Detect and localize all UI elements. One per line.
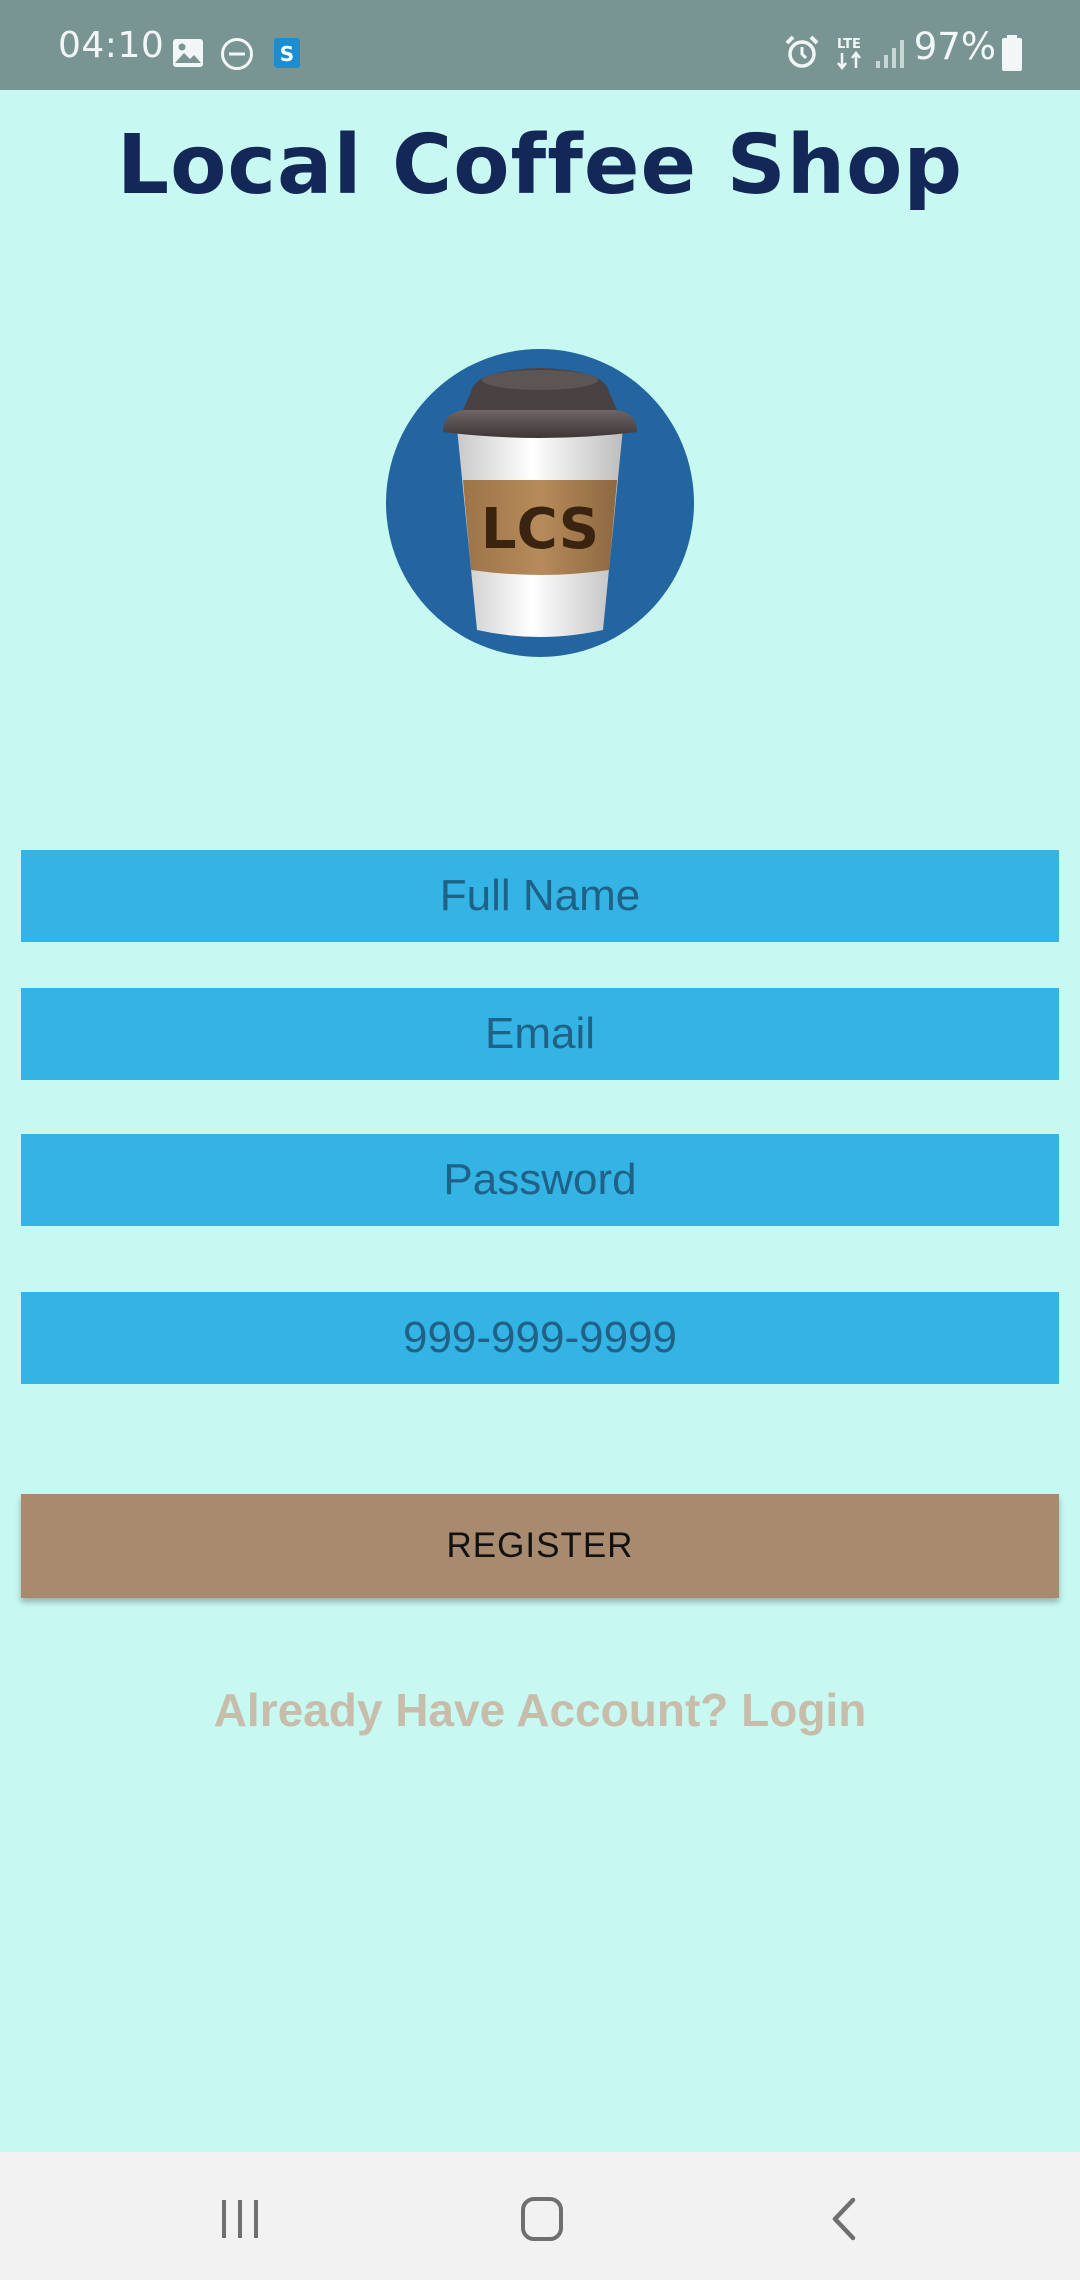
full-name-input[interactable] bbox=[21, 850, 1059, 942]
status-time: 04:10 bbox=[58, 25, 165, 66]
phone-input[interactable] bbox=[21, 1292, 1059, 1384]
recent-apps-icon[interactable] bbox=[210, 2194, 270, 2244]
lte-label: LTE bbox=[837, 37, 861, 52]
coffee-cup-logo: LCS bbox=[386, 349, 694, 657]
home-icon[interactable] bbox=[512, 2194, 572, 2244]
navigation-bar bbox=[0, 2152, 1080, 2280]
alarm-icon bbox=[785, 35, 819, 68]
status-bar: 04:10 S LTE 97% bbox=[0, 0, 1080, 90]
password-input[interactable] bbox=[21, 1134, 1059, 1226]
back-icon[interactable] bbox=[815, 2194, 875, 2244]
battery-icon bbox=[1002, 35, 1022, 71]
lte-icon: LTE bbox=[837, 37, 861, 71]
cup-lid bbox=[443, 410, 637, 438]
svg-text:S: S bbox=[280, 42, 294, 66]
register-button[interactable]: REGISTER bbox=[21, 1494, 1059, 1598]
app-title: Local Coffee Shop bbox=[116, 118, 964, 213]
battery-percentage: 97% bbox=[913, 25, 996, 68]
image-icon bbox=[173, 39, 203, 67]
do-not-disturb-icon bbox=[221, 38, 253, 70]
email-input[interactable] bbox=[21, 988, 1059, 1080]
signal-icon bbox=[876, 40, 904, 68]
s-app-icon: S bbox=[274, 38, 300, 68]
login-link[interactable]: Already Have Account? Login bbox=[0, 1683, 1080, 1737]
logo-text: LCS bbox=[481, 497, 599, 562]
